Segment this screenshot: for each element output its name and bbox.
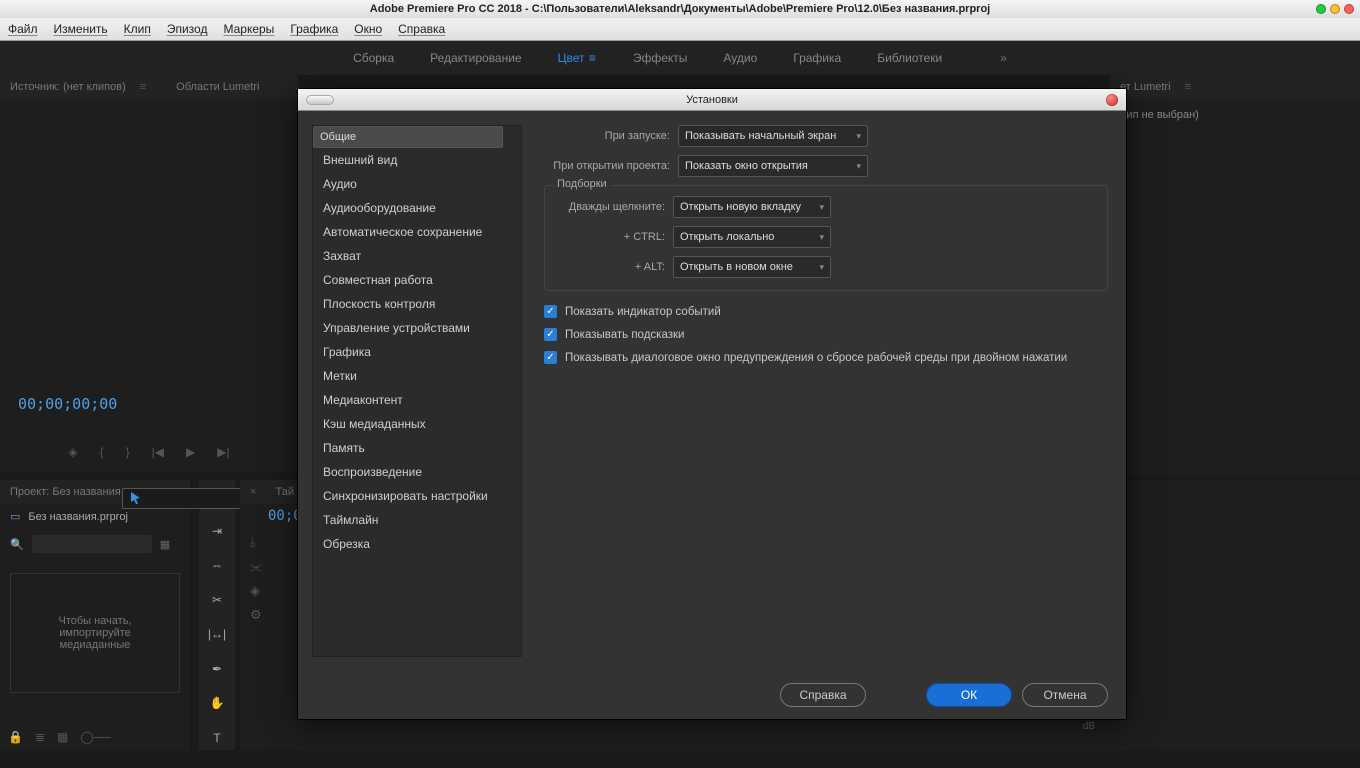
- cat-appearance[interactable]: Внешний вид: [313, 148, 521, 172]
- chevron-down-icon: ▾: [856, 161, 861, 172]
- startup-label: При запуске:: [544, 130, 670, 142]
- cat-memory[interactable]: Память: [313, 436, 521, 460]
- bins-dblclick-row: Дважды щелкните: Открыть новую вкладку ▾: [557, 196, 1095, 218]
- check-tooltips[interactable]: ✓ Показывать подсказки: [544, 328, 1108, 341]
- ok-button[interactable]: ОК: [926, 683, 1012, 707]
- bins-alt-label: + ALT:: [557, 261, 665, 273]
- bins-legend: Подборки: [553, 178, 611, 190]
- cat-trim[interactable]: Обрезка: [313, 532, 521, 556]
- startup-row: При запуске: Показывать начальный экран …: [544, 125, 1108, 147]
- dialog-body: Общие Внешний вид Аудио Аудиооборудовани…: [298, 111, 1126, 671]
- cat-device-control[interactable]: Управление устройствами: [313, 316, 521, 340]
- dialog-titlebar: Установки: [298, 89, 1126, 111]
- bins-fieldset: Подборки Дважды щелкните: Открыть новую …: [544, 185, 1108, 291]
- dialog-buttons: Справка ОК Отмена: [298, 671, 1126, 719]
- bins-ctrl-select[interactable]: Открыть локально ▾: [673, 226, 831, 248]
- bins-dblclick-label: Дважды щелкните:: [557, 201, 665, 213]
- checkbox-checked-icon: ✓: [544, 351, 557, 364]
- cat-general[interactable]: Общие: [313, 126, 503, 148]
- chevron-down-icon: ▾: [819, 232, 824, 243]
- chevron-down-icon: ▾: [856, 131, 861, 142]
- cat-autosave[interactable]: Автоматическое сохранение: [313, 220, 521, 244]
- cat-capture[interactable]: Захват: [313, 244, 521, 268]
- preferences-content: При запуске: Показывать начальный экран …: [522, 111, 1126, 671]
- dialog-grip[interactable]: [306, 95, 334, 105]
- open-project-row: При открытии проекта: Показать окно откр…: [544, 155, 1108, 177]
- bins-ctrl-row: + CTRL: Открыть локально ▾: [557, 226, 1095, 248]
- check-event-indicator[interactable]: ✓ Показать индикатор событий: [544, 305, 1108, 318]
- checkbox-checked-icon: ✓: [544, 328, 557, 341]
- cat-sync-settings[interactable]: Синхронизировать настройки: [313, 484, 521, 508]
- bins-ctrl-label: + CTRL:: [557, 231, 665, 243]
- cat-media-cache[interactable]: Кэш медиаданных: [313, 412, 521, 436]
- preferences-dialog: Установки Общие Внешний вид Аудио Аудиоо…: [297, 88, 1127, 720]
- cat-graphics[interactable]: Графика: [313, 340, 521, 364]
- startup-select[interactable]: Показывать начальный экран ▾: [678, 125, 868, 147]
- help-button[interactable]: Справка: [780, 683, 866, 707]
- dialog-mask: Установки Общие Внешний вид Аудио Аудиоо…: [0, 0, 1360, 768]
- chevron-down-icon: ▾: [819, 262, 824, 273]
- cancel-button[interactable]: Отмена: [1022, 683, 1108, 707]
- checkbox-checked-icon: ✓: [544, 305, 557, 318]
- open-project-select[interactable]: Показать окно открытия ▾: [678, 155, 868, 177]
- cat-timeline[interactable]: Таймлайн: [313, 508, 521, 532]
- dialog-close-button[interactable]: [1106, 94, 1118, 106]
- chevron-down-icon: ▾: [819, 202, 824, 213]
- cat-control-surface[interactable]: Плоскость контроля: [313, 292, 521, 316]
- preferences-category-list: Общие Внешний вид Аудио Аудиооборудовани…: [312, 125, 522, 657]
- bins-dblclick-select[interactable]: Открыть новую вкладку ▾: [673, 196, 831, 218]
- bins-alt-select[interactable]: Открыть в новом окне ▾: [673, 256, 831, 278]
- open-project-label: При открытии проекта:: [544, 160, 670, 172]
- cat-media[interactable]: Медиаконтент: [313, 388, 521, 412]
- cat-labels[interactable]: Метки: [313, 364, 521, 388]
- cat-audio-hardware[interactable]: Аудиооборудование: [313, 196, 521, 220]
- cat-playback[interactable]: Воспроизведение: [313, 460, 521, 484]
- check-workspace-reset-warning[interactable]: ✓ Показывать диалоговое окно предупрежде…: [544, 351, 1108, 364]
- cat-audio[interactable]: Аудио: [313, 172, 521, 196]
- dialog-title: Установки: [686, 94, 738, 106]
- cat-collaboration[interactable]: Совместная работа: [313, 268, 521, 292]
- bins-alt-row: + ALT: Открыть в новом окне ▾: [557, 256, 1095, 278]
